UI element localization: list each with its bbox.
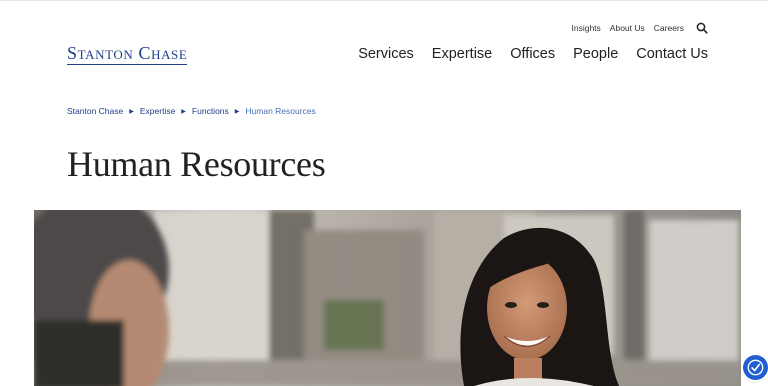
breadcrumb-item-expertise[interactable]: Expertise	[140, 106, 175, 116]
nav-item-people[interactable]: People	[573, 46, 618, 62]
hero-image	[34, 210, 741, 386]
breadcrumb-item-home[interactable]: Stanton Chase	[67, 106, 123, 116]
nav-item-services[interactable]: Services	[358, 46, 414, 62]
nav-item-expertise[interactable]: Expertise	[432, 46, 492, 62]
nav-item-offices[interactable]: Offices	[510, 46, 555, 62]
site-logo[interactable]: Stanton Chase	[67, 43, 188, 65]
utility-link-about-us[interactable]: About Us	[610, 23, 645, 33]
nav-item-contact-us[interactable]: Contact Us	[636, 46, 708, 62]
logo-text: Stanton Chase	[67, 43, 188, 63]
breadcrumb-current: Human Resources	[245, 106, 316, 116]
search-icon[interactable]	[696, 22, 708, 34]
utility-link-insights[interactable]: Insights	[572, 23, 601, 33]
breadcrumb-item-functions[interactable]: Functions	[192, 106, 229, 116]
breadcrumb: Stanton Chase ▶ Expertise ▶ Functions ▶ …	[67, 106, 316, 116]
breadcrumb-separator-icon: ▶	[129, 108, 134, 115]
page-title: Human Resources	[67, 144, 326, 184]
top-border	[0, 0, 768, 1]
office-meeting-photo	[34, 210, 741, 386]
accessibility-icon	[747, 359, 764, 376]
utility-nav: Insights About Us Careers	[572, 22, 709, 34]
main-nav: Services Expertise Offices People Contac…	[358, 46, 708, 62]
breadcrumb-separator-icon: ▶	[181, 108, 186, 115]
accessibility-button[interactable]	[743, 355, 768, 380]
utility-link-careers[interactable]: Careers	[654, 23, 684, 33]
breadcrumb-separator-icon: ▶	[234, 108, 240, 115]
